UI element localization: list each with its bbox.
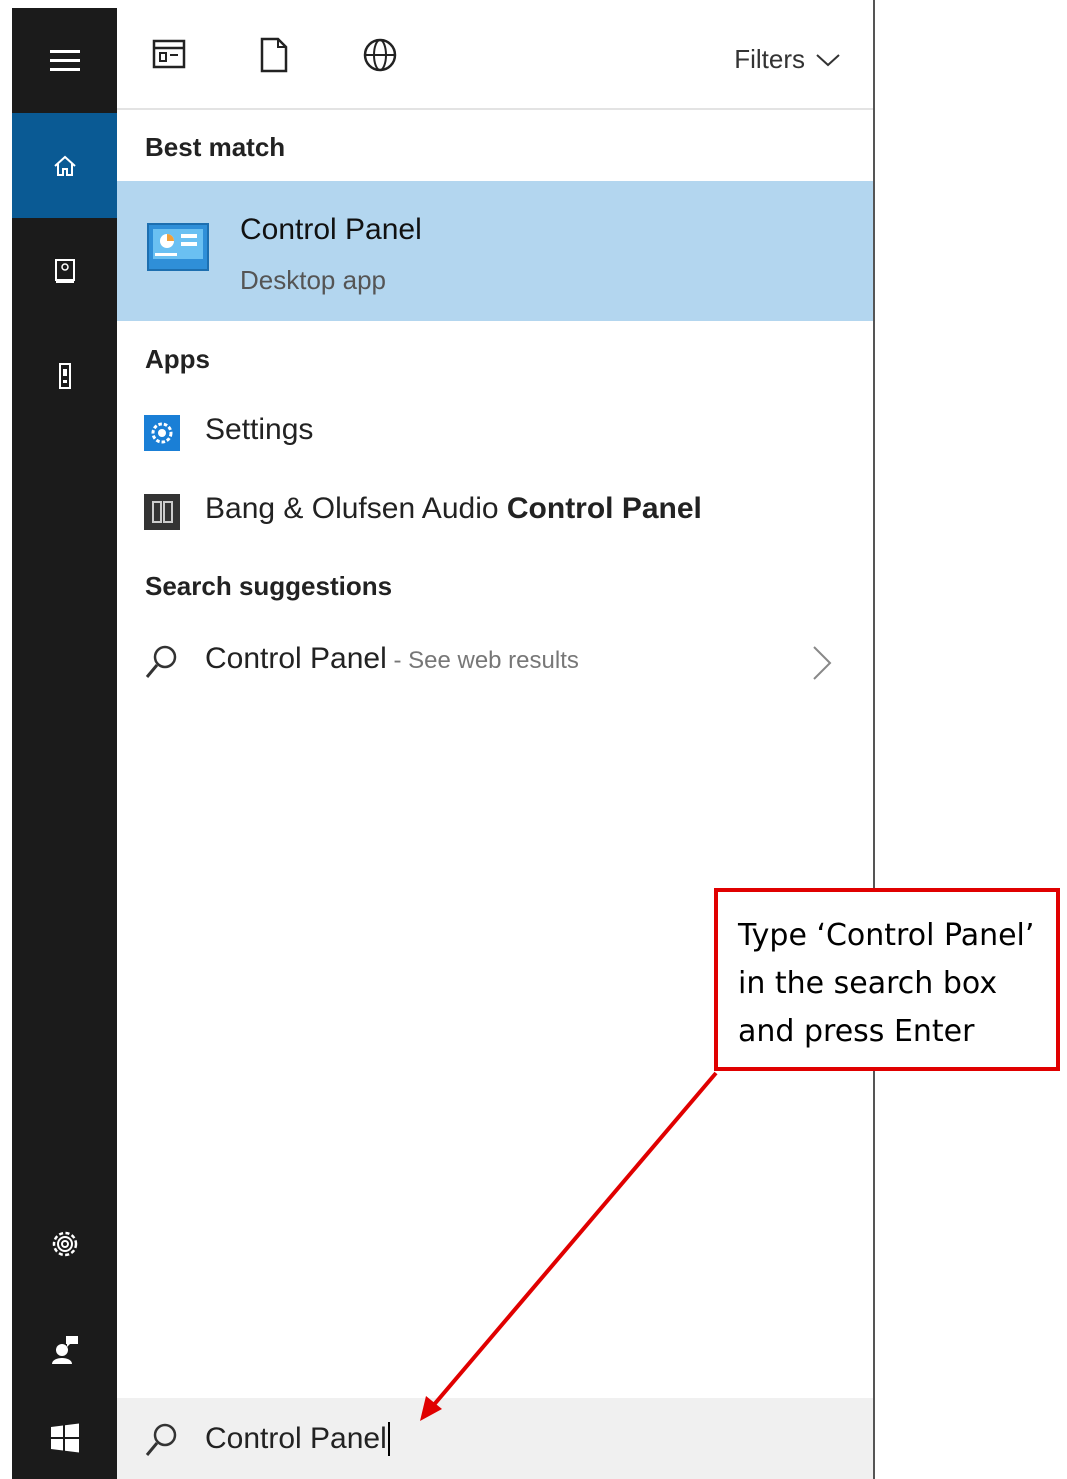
start-button[interactable] bbox=[12, 1396, 117, 1479]
chevron-down-icon bbox=[816, 53, 840, 66]
best-match-title: Control Panel bbox=[240, 213, 422, 246]
notebook-button[interactable] bbox=[12, 218, 117, 323]
settings-button[interactable] bbox=[12, 1191, 117, 1296]
apps-filter-icon[interactable] bbox=[151, 36, 187, 72]
feedback-icon bbox=[51, 1335, 78, 1364]
app-item-label: Bang & Olufsen Audio Control Panel bbox=[205, 492, 702, 526]
apps-heading: Apps bbox=[145, 344, 210, 374]
search-icon bbox=[145, 645, 177, 678]
windows-start-icon bbox=[50, 1423, 79, 1452]
app-item-settings[interactable]: Settings bbox=[117, 403, 873, 463]
start-menu-rail bbox=[12, 8, 117, 1479]
bang-olufsen-icon bbox=[144, 494, 180, 530]
home-button[interactable] bbox=[12, 113, 117, 218]
hamburger-menu-button[interactable] bbox=[12, 8, 117, 113]
search-box[interactable]: Control Panel bbox=[117, 1398, 873, 1479]
app-item-label-match: Control Panel bbox=[506, 492, 702, 525]
suggestion-suffix: - See web results bbox=[386, 647, 579, 674]
notebook-icon bbox=[54, 258, 75, 283]
filter-toolbar: Filters bbox=[117, 8, 873, 108]
search-input[interactable]: Control Panel bbox=[205, 1422, 390, 1456]
app-item-label: Settings bbox=[205, 413, 314, 446]
control-panel-icon bbox=[147, 223, 209, 271]
feedback-button[interactable] bbox=[12, 1296, 117, 1401]
suggestion-query: Control Panel bbox=[205, 642, 387, 675]
instruction-callout: Type ‘Control Panel’ in the search box a… bbox=[714, 888, 1060, 1071]
device-icon bbox=[58, 362, 71, 389]
suggestion-label: Control Panel - See web results bbox=[205, 642, 579, 676]
best-match-subtitle: Desktop app bbox=[240, 265, 386, 295]
filters-label: Filters bbox=[734, 44, 805, 74]
panel-edge bbox=[873, 0, 875, 1479]
suggestion-item[interactable]: Control Panel - See web results bbox=[117, 632, 873, 692]
device-button[interactable] bbox=[12, 323, 117, 428]
search-icon bbox=[145, 1423, 177, 1456]
home-icon bbox=[53, 155, 76, 176]
best-match-item[interactable]: Control Panel Desktop app bbox=[117, 181, 873, 321]
search-suggestions-heading: Search suggestions bbox=[145, 571, 393, 601]
app-item-bang-olufsen[interactable]: Bang & Olufsen Audio Control Panel bbox=[117, 482, 873, 542]
chevron-right-icon bbox=[813, 646, 832, 680]
web-filter-icon[interactable] bbox=[361, 36, 399, 74]
search-results-panel: Filters Best match Control Panel Desktop… bbox=[117, 8, 873, 1479]
best-match-heading: Best match bbox=[145, 132, 286, 162]
settings-app-icon bbox=[144, 415, 180, 451]
settings-icon bbox=[52, 1231, 77, 1256]
app-item-label-prefix: Bang & Olufsen Audio bbox=[205, 492, 507, 525]
filters-dropdown[interactable]: Filters bbox=[734, 44, 841, 75]
documents-filter-icon[interactable] bbox=[259, 36, 289, 74]
toolbar-divider bbox=[117, 108, 873, 110]
hamburger-menu-icon bbox=[49, 49, 80, 71]
